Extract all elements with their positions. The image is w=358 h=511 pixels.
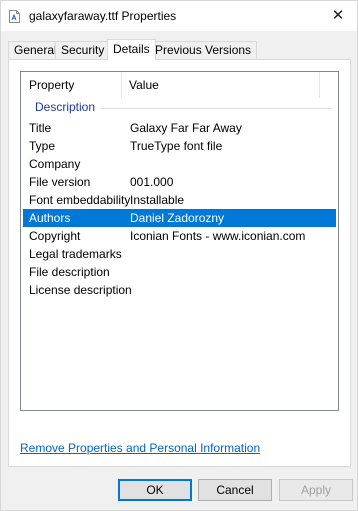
property-name: Company — [29, 157, 81, 171]
property-row-file-version[interactable]: File version 001.000 — [23, 173, 336, 191]
tab-previous-versions[interactable]: Previous Versions — [149, 41, 258, 59]
property-row-file-description[interactable]: File description — [23, 263, 336, 281]
column-header-property[interactable]: Property — [21, 72, 121, 98]
details-list[interactable]: Property Value Description Title Galaxy … — [20, 71, 339, 411]
property-row-legal-trademarks[interactable]: Legal trademarks — [23, 245, 336, 263]
close-button[interactable]: ✕ — [319, 1, 357, 31]
cancel-button[interactable]: Cancel — [198, 479, 272, 501]
group-label: Description — [35, 100, 96, 114]
group-divider — [101, 108, 332, 109]
property-value: 001.000 — [130, 175, 174, 189]
tab-security[interactable]: Security — [55, 41, 111, 59]
property-row-authors[interactable]: Authors Daniel Zadorozny — [23, 209, 336, 227]
property-name: Type — [29, 139, 56, 153]
property-name: Font embeddability — [29, 193, 131, 207]
property-value: Galaxy Far Far Away — [130, 121, 242, 135]
remove-properties-link[interactable]: Remove Properties and Personal Informati… — [20, 441, 260, 455]
column-header-value[interactable]: Value — [121, 72, 319, 98]
property-name: File description — [29, 265, 110, 279]
property-value: Iconian Fonts - www.iconian.com — [130, 229, 306, 243]
property-value: Daniel Zadorozny — [130, 211, 225, 225]
property-row-title[interactable]: Title Galaxy Far Far Away — [23, 119, 336, 137]
properties-dialog: galaxyfaraway.ttf Properties ✕ General S… — [0, 0, 358, 511]
property-name: Copyright — [29, 229, 81, 243]
property-name: License description — [29, 283, 132, 297]
property-name: Title — [29, 121, 52, 135]
property-name: File version — [29, 175, 91, 189]
list-header: Property Value — [21, 72, 338, 98]
property-row-copyright[interactable]: Copyright Iconian Fonts - www.iconian.co… — [23, 227, 336, 245]
apply-button[interactable]: Apply — [279, 479, 353, 501]
property-row-type[interactable]: Type TrueType font file — [23, 137, 336, 155]
window-title: galaxyfaraway.ttf Properties — [29, 9, 177, 23]
ok-button[interactable]: OK — [118, 479, 192, 501]
property-row-license-description[interactable]: License description — [23, 281, 336, 299]
details-panel: Property Value Description Title Galaxy … — [8, 59, 351, 467]
column-divider[interactable] — [319, 72, 320, 98]
property-value: TrueType font file — [130, 139, 223, 153]
font-file-icon — [9, 10, 20, 23]
group-header: Description — [21, 98, 338, 118]
property-row-company[interactable]: Company — [23, 155, 336, 173]
property-value: Installable — [130, 193, 185, 207]
property-name: Legal trademarks — [29, 247, 122, 261]
property-row-font-embeddability[interactable]: Font embeddability Installable — [23, 191, 336, 209]
title-bar: galaxyfaraway.ttf Properties ✕ — [1, 1, 357, 31]
tab-details[interactable]: Details — [107, 39, 156, 60]
property-name: Authors — [29, 211, 71, 225]
